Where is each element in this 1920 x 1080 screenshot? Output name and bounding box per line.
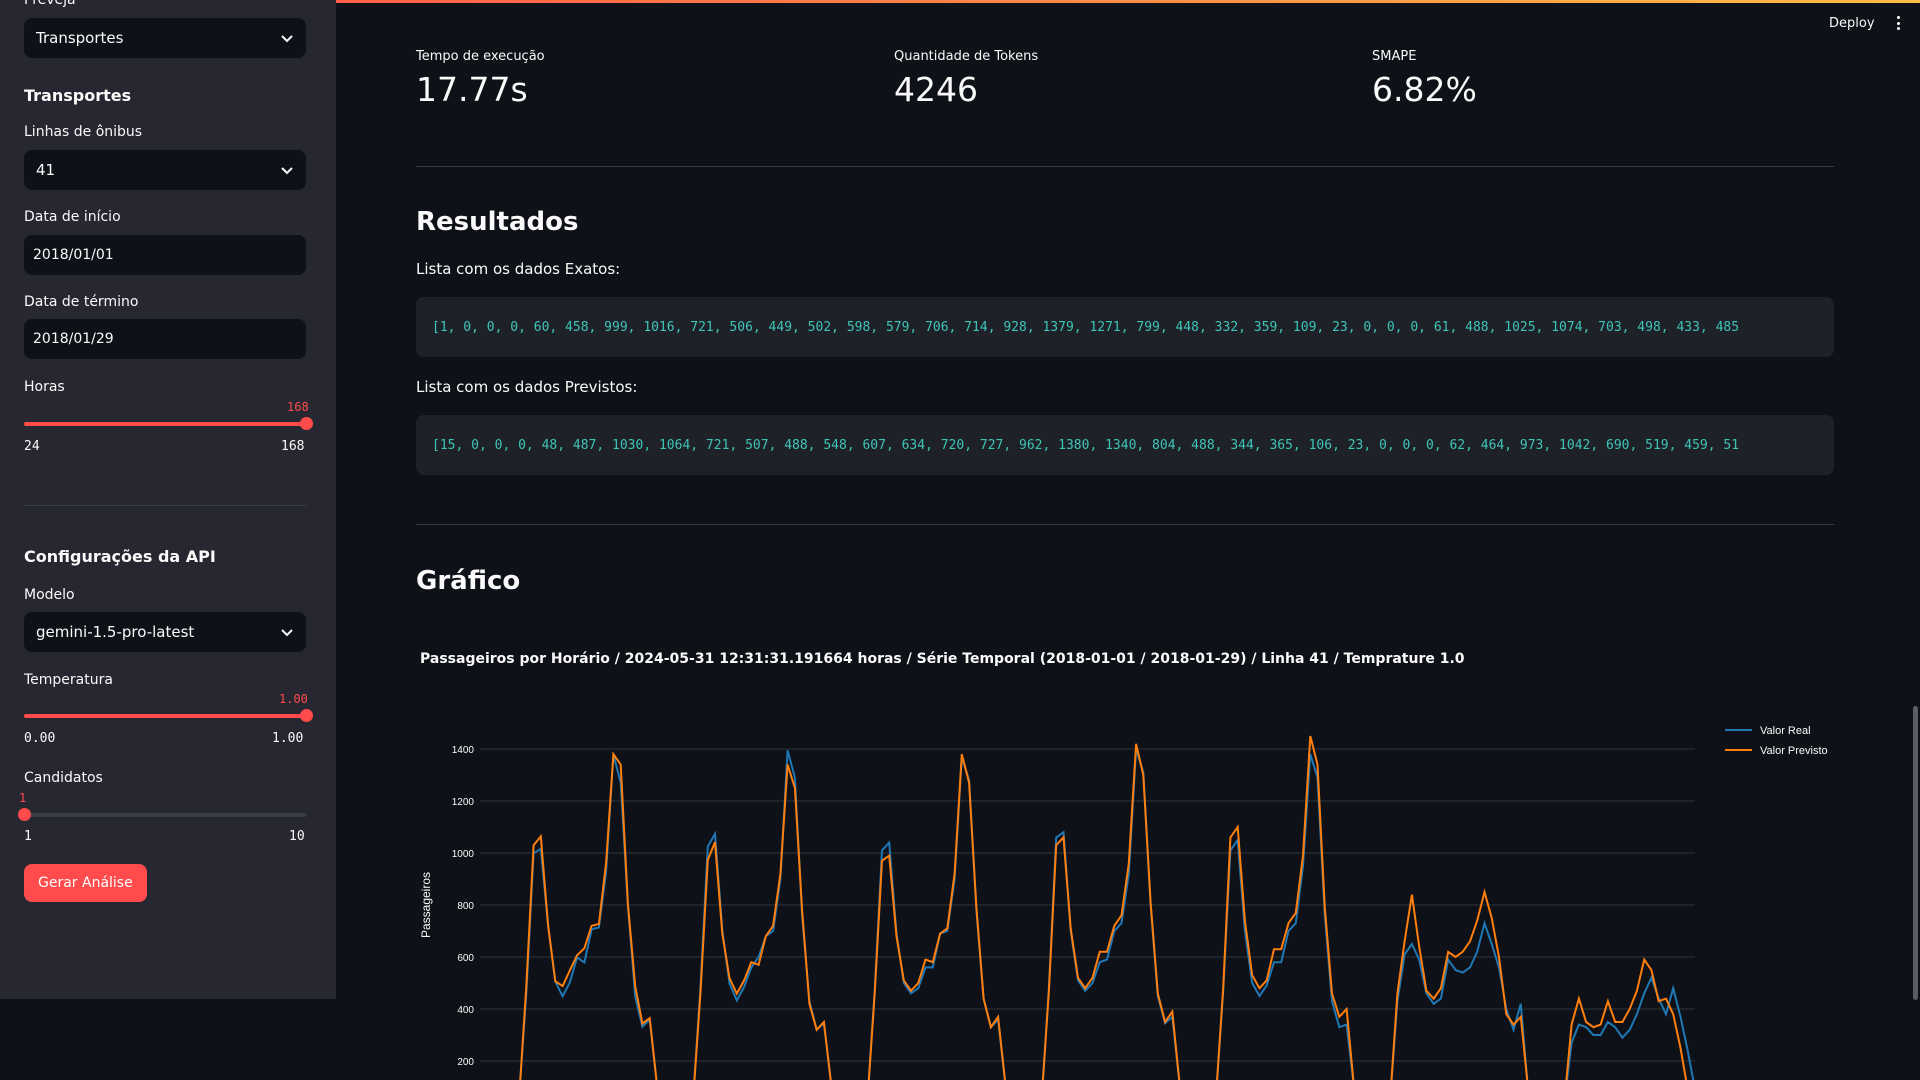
chart-title: Passageiros por Horário / 2024-05-31 12:… bbox=[420, 651, 1465, 667]
series-line-predicted bbox=[519, 735, 1688, 1080]
bus-line-select[interactable]: 41 bbox=[24, 150, 306, 190]
preveja-label: Preveja bbox=[24, 0, 76, 8]
api-config-heading: Configurações da API bbox=[24, 547, 216, 566]
model-label: Modelo bbox=[24, 587, 75, 603]
y-axis-label: Passageiros bbox=[419, 872, 433, 938]
temperature-label: Temperatura bbox=[24, 672, 113, 688]
start-date-label: Data de início bbox=[24, 209, 121, 225]
generate-analysis-button[interactable]: Gerar Análise bbox=[24, 864, 147, 902]
category-select-value: Transportes bbox=[36, 29, 124, 47]
y-tick-label: 200 bbox=[457, 1057, 474, 1068]
tokens-value: 4246 bbox=[894, 70, 978, 109]
candidates-slider-value: 1 bbox=[19, 791, 27, 805]
candidates-min-label: 1 bbox=[24, 829, 32, 844]
y-tick-label: 600 bbox=[457, 953, 474, 964]
category-select[interactable]: Transportes bbox=[24, 18, 306, 58]
temperature-slider-value: 1.00 bbox=[279, 692, 308, 706]
section-divider bbox=[416, 524, 1834, 525]
transportes-heading: Transportes bbox=[24, 86, 132, 105]
passengers-line-chart[interactable]: 200 400 600 800 1000 1200 1400 Passageiros Valor… bbox=[400, 700, 1850, 1080]
smape-value: 6.82% bbox=[1372, 70, 1477, 109]
exact-data-list: [1, 0, 0, 0, 60, 458, 999, 1016, 721, 50… bbox=[432, 319, 1740, 335]
bus-line-value: 41 bbox=[36, 161, 56, 179]
end-date-input[interactable]: 2018/01/29 bbox=[24, 319, 306, 359]
hours-slider-thumb[interactable] bbox=[300, 417, 313, 430]
y-tick-label: 400 bbox=[457, 1005, 474, 1016]
chevron-down-icon bbox=[280, 625, 294, 639]
exec-time-label: Tempo de execução bbox=[416, 49, 545, 64]
hours-slider-fill bbox=[24, 422, 306, 426]
exec-time-value: 17.77s bbox=[416, 70, 528, 109]
exact-data-label: Lista com os dados Exatos: bbox=[416, 260, 621, 278]
predicted-data-label: Lista com os dados Previstos: bbox=[416, 378, 638, 396]
hours-min-label: 24 bbox=[24, 439, 40, 454]
y-tick-label: 1200 bbox=[452, 797, 475, 808]
chevron-down-icon bbox=[280, 31, 294, 45]
sidebar: Preveja Transportes Transportes Linhas d… bbox=[0, 0, 336, 999]
temperature-slider-thumb[interactable] bbox=[300, 709, 313, 722]
graph-heading: Gráfico bbox=[416, 566, 521, 596]
exact-data-code-block[interactable]: [1, 0, 0, 0, 60, 458, 999, 1016, 721, 50… bbox=[416, 297, 1834, 357]
smape-label: SMAPE bbox=[1372, 49, 1417, 64]
hours-max-label: 168 bbox=[281, 439, 305, 454]
temperature-slider-fill bbox=[24, 714, 306, 718]
section-divider bbox=[416, 166, 1834, 167]
model-select-value: gemini-1.5-pro-latest bbox=[36, 623, 195, 641]
y-tick-label: 1400 bbox=[452, 745, 475, 756]
predicted-data-code-block[interactable]: [15, 0, 0, 0, 48, 487, 1030, 1064, 721, … bbox=[416, 415, 1834, 475]
chevron-down-icon bbox=[280, 163, 294, 177]
y-tick-label: 800 bbox=[457, 901, 474, 912]
legend-label[interactable]: Valor Previsto bbox=[1760, 745, 1828, 757]
page-scrollbar[interactable] bbox=[1913, 706, 1918, 1000]
bus-line-label: Linhas de ônibus bbox=[24, 124, 143, 140]
candidates-max-label: 10 bbox=[289, 829, 305, 844]
temperature-slider[interactable] bbox=[24, 709, 313, 722]
temperature-min-label: 0.00 bbox=[24, 731, 56, 746]
start-date-input[interactable]: 2018/01/01 bbox=[24, 235, 306, 275]
series-line-real bbox=[519, 748, 1695, 1080]
candidates-slider[interactable] bbox=[18, 808, 306, 821]
legend-label[interactable]: Valor Real bbox=[1760, 725, 1811, 737]
tokens-label: Quantidade de Tokens bbox=[894, 49, 1039, 64]
temperature-max-label: 1.00 bbox=[272, 731, 304, 746]
sidebar-divider bbox=[24, 505, 306, 506]
model-select[interactable]: gemini-1.5-pro-latest bbox=[24, 612, 306, 652]
y-tick-label: 1000 bbox=[452, 849, 475, 860]
hours-slider[interactable] bbox=[24, 417, 313, 430]
hours-label: Horas bbox=[24, 379, 65, 395]
deploy-button[interactable]: Deploy bbox=[1829, 16, 1875, 31]
end-date-label: Data de término bbox=[24, 294, 139, 310]
predicted-data-list: [15, 0, 0, 0, 48, 487, 1030, 1064, 721, … bbox=[432, 437, 1740, 453]
results-heading: Resultados bbox=[416, 207, 579, 237]
hours-slider-value: 168 bbox=[287, 400, 309, 414]
candidates-slider-thumb[interactable] bbox=[18, 808, 31, 821]
main-menu-icon[interactable] bbox=[1892, 14, 1904, 32]
candidates-label: Candidatos bbox=[24, 770, 103, 786]
